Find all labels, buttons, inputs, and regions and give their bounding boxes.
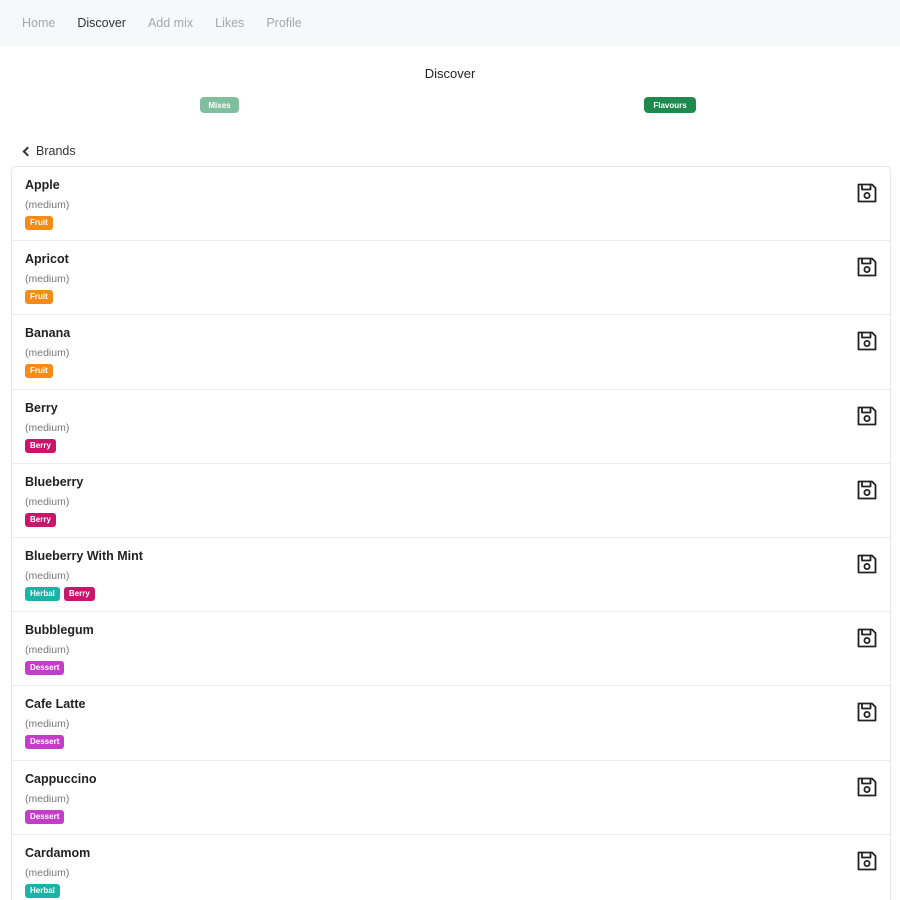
flavour-item[interactable]: Blueberry With Mint (medium) Herbal Berry [12,538,890,613]
floppy-disk-icon[interactable] [855,552,879,576]
flavour-name: Apricot [25,252,69,267]
flavour-tags: Fruit [25,364,877,379]
flavour-name: Cafe Latte [25,697,86,712]
flavour-item[interactable]: Berry (medium) Berry [12,390,890,464]
floppy-disk-icon[interactable] [855,404,879,428]
flavour-strength: (medium) [25,644,70,657]
flavour-strength: (medium) [25,199,70,211]
flavour-name: Blueberry [25,474,84,489]
category-badge: Berry [25,512,56,527]
flavour-name: Cappuccino [25,771,97,786]
flavour-strength: (medium) [25,569,70,582]
flavour-tags: Fruit [25,216,877,230]
flavour-list: Apple (medium) Fruit Apricot (medium) Fruit Ba… [11,166,891,900]
back-label: Brands [36,144,76,158]
flavour-strength: (medium) [25,347,70,360]
category-badge: Fruit [25,216,53,230]
floppy-disk-icon[interactable] [855,775,879,799]
category-badge: Fruit [25,364,53,379]
mixes-tab[interactable]: Mixes [200,97,239,113]
flavour-item[interactable]: Cardamom (medium) Herbal [12,835,890,900]
flavour-strength: (medium) [25,792,70,805]
flavour-item[interactable]: Bubblegum (medium) Dessert [12,612,890,687]
category-badge: Herbal [25,586,60,601]
category-badge: Herbal [25,883,60,898]
flavour-tags: Dessert [25,735,877,750]
chevron-left-icon [22,146,33,156]
category-badge: Berry [25,438,56,453]
floppy-disk-icon[interactable] [855,700,879,724]
flavour-name: Berry [25,400,58,415]
category-badge: Fruit [25,290,53,305]
flavour-strength: (medium) [25,273,70,286]
nav-likes[interactable]: Likes [215,16,244,30]
category-badge: Berry [63,586,95,601]
floppy-disk-icon[interactable] [855,181,879,205]
floppy-disk-icon[interactable] [855,329,879,353]
category-badge: Dessert [25,809,65,824]
flavour-name: Cardamom [25,845,91,860]
flavour-name: Bubblegum [25,623,94,638]
floppy-disk-icon[interactable] [855,626,879,650]
floppy-disk-icon[interactable] [855,255,879,279]
category-badge: Dessert [25,735,65,750]
flavour-tags: Herbal Berry [25,586,877,601]
flavour-tags: Berry [25,512,877,527]
flavour-tags: Berry [25,438,877,453]
nav-add-mix[interactable]: Add mix [148,16,193,30]
flavour-item[interactable]: Apricot (medium) Fruit [12,241,890,316]
flavour-item[interactable]: Cafe Latte (medium) Dessert [12,686,890,761]
nav-discover[interactable]: Discover [77,16,126,30]
flavour-name: Blueberry With Mint [25,548,143,563]
flavour-name: Banana [25,326,71,341]
flavour-strength: (medium) [25,718,70,731]
flavours-tab[interactable]: Flavours [644,97,696,113]
floppy-disk-icon[interactable] [855,478,879,502]
flavour-name: Apple [25,178,60,192]
flavour-item[interactable]: Apple (medium) Fruit [12,167,890,242]
category-badge: Dessert [25,661,65,676]
floppy-disk-icon[interactable] [855,849,879,873]
flavour-item[interactable]: Cappuccino (medium) Dessert [12,761,890,835]
nav-profile[interactable]: Profile [266,16,301,30]
flavour-strength: (medium) [25,421,70,434]
flavour-item[interactable]: Blueberry (medium) Berry [12,464,890,538]
flavour-tags: Herbal [25,883,877,898]
flavour-tags: Fruit [25,290,877,305]
nav-home[interactable]: Home [22,16,55,30]
flavour-tags: Dessert [25,661,877,676]
page-title: Discover [424,66,476,81]
flavour-strength: (medium) [25,866,70,879]
back-to-brands-link[interactable]: Brands [22,144,76,158]
flavour-tags: Dessert [25,809,877,824]
flavour-strength: (medium) [25,495,70,508]
top-nav: Home Discover Add mix Likes Profile [0,0,900,46]
flavour-item[interactable]: Banana (medium) Fruit [12,315,890,390]
